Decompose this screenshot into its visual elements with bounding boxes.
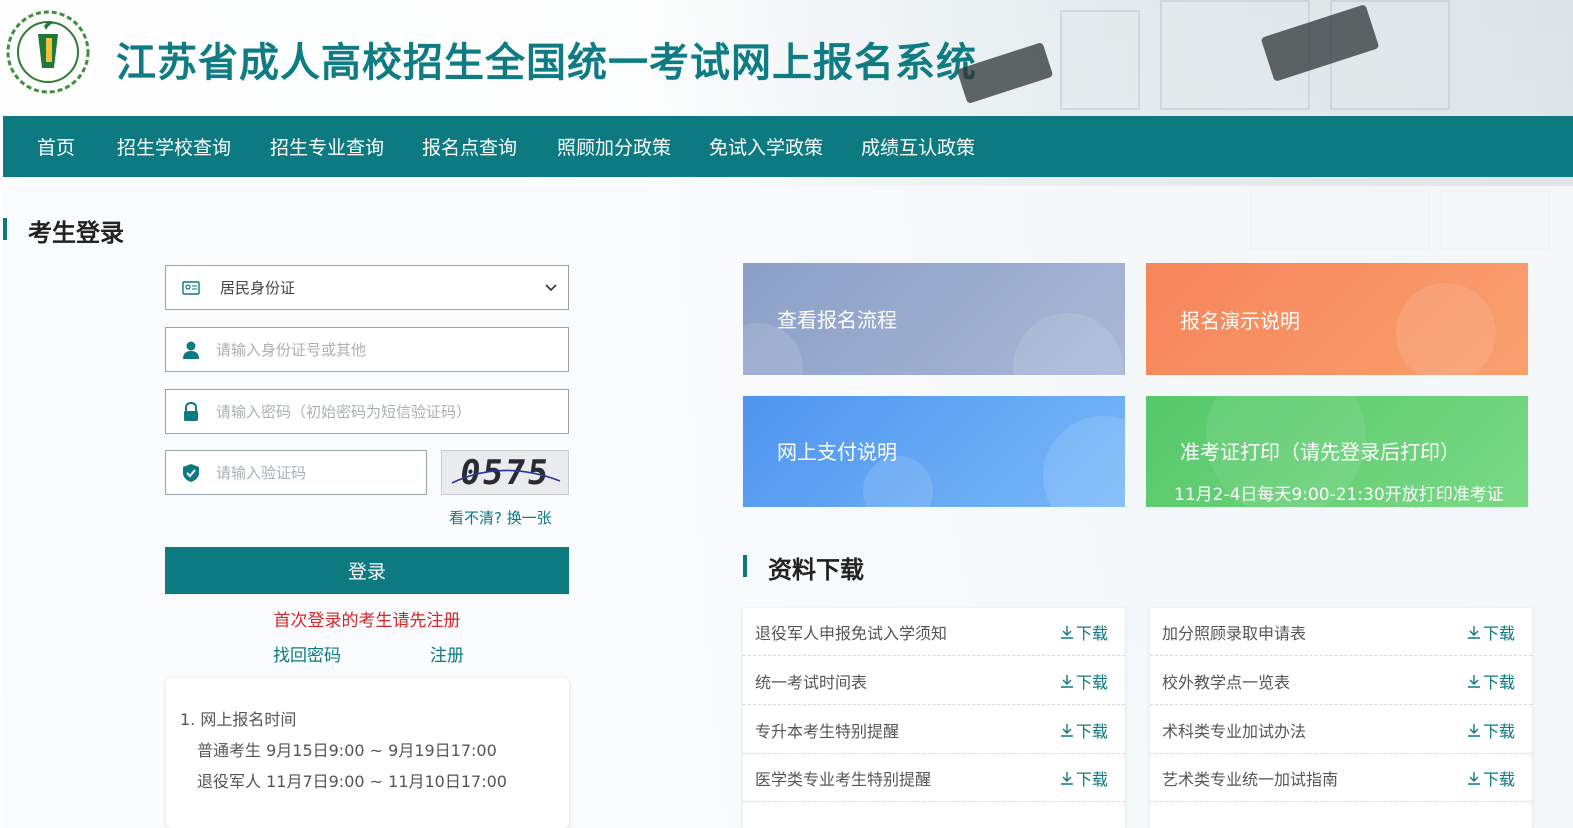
section-marker <box>743 555 747 577</box>
nav-item-home[interactable]: 首页 <box>37 133 75 160</box>
first-login-notice[interactable]: 首次登录的考生请先注册 <box>165 606 569 631</box>
download-label: 下载 <box>1075 769 1108 789</box>
download-link[interactable]: 下载 <box>1059 718 1108 742</box>
school-emblem-logo <box>4 8 92 96</box>
download-link[interactable]: 下载 <box>1059 766 1108 790</box>
download-link[interactable]: 下载 <box>1059 669 1108 693</box>
list-item: 加分照顾录取申请表 下载 <box>1150 608 1532 656</box>
login-button[interactable]: 登录 <box>165 547 569 594</box>
downloads-section-title: 资料下载 <box>768 556 864 584</box>
list-item: 术科类专业加试办法 下载 <box>1150 706 1532 754</box>
download-title[interactable]: 艺术类专业统一加试指南 <box>1162 766 1338 790</box>
download-title[interactable]: 校外教学点一览表 <box>1162 669 1290 693</box>
download-link[interactable]: 下载 <box>1466 766 1515 790</box>
tile-sublabel: 11月2-4日每天9:00-21:30开放打印准考证 <box>1174 485 1504 505</box>
refresh-captcha-link[interactable]: 看不清? 换一张 <box>449 507 552 528</box>
download-link[interactable]: 下载 <box>1466 718 1515 742</box>
list-item: 医学类专业考生特别提醒 下载 <box>743 754 1125 802</box>
download-icon <box>1467 771 1480 785</box>
section-marker <box>3 218 7 240</box>
download-icon <box>1467 625 1480 639</box>
lock-icon <box>166 401 216 422</box>
download-label: 下载 <box>1075 721 1108 741</box>
list-item: 艺术类专业统一加试指南 下载 <box>1150 754 1532 802</box>
download-icon <box>1467 723 1480 737</box>
shield-check-icon <box>166 463 216 483</box>
id-number-input[interactable] <box>216 340 546 359</box>
download-title[interactable]: 加分照顾录取申请表 <box>1162 620 1306 644</box>
user-icon <box>166 340 216 360</box>
main-navigation: 首页 招生学校查询 招生专业查询 报名点查询 照顾加分政策 免试入学政策 成绩互… <box>3 116 1573 177</box>
download-label: 下载 <box>1075 672 1108 692</box>
download-icon <box>1060 723 1073 737</box>
list-item: 校外教学点一览表 下载 <box>1150 657 1532 705</box>
downloads-list-right: 加分照顾录取申请表 下载 校外教学点一览表 下载 术科类专业加试办法 下载 艺术… <box>1150 608 1532 828</box>
nav-item-major-query[interactable]: 招生专业查询 <box>270 133 384 160</box>
id-number-field[interactable] <box>165 327 569 372</box>
registration-time-notice: 1. 网上报名时间 普通考生 9月15日9:00 ~ 9月19日17:00 退役… <box>166 678 569 828</box>
download-label: 下载 <box>1482 769 1515 789</box>
download-icon <box>1467 674 1480 688</box>
register-link[interactable]: 注册 <box>430 641 464 666</box>
info-line: 1. 网上报名时间 <box>180 710 297 729</box>
forgot-password-link[interactable]: 找回密码 <box>273 641 341 666</box>
download-link[interactable]: 下载 <box>1466 669 1515 693</box>
tile-label: 准考证打印（请先登录后打印） <box>1180 440 1460 464</box>
chevron-down-icon <box>544 279 558 298</box>
tile-payment-instructions[interactable]: 网上支付说明 <box>743 396 1125 507</box>
captcha-input[interactable] <box>216 463 416 482</box>
download-title[interactable]: 术科类专业加试办法 <box>1162 718 1306 742</box>
password-field[interactable] <box>165 389 569 434</box>
tile-decoration <box>1013 313 1123 375</box>
tile-demo-instructions[interactable]: 报名演示说明 <box>1146 263 1528 375</box>
list-item: 专升本考生特别提醒 下载 <box>743 706 1125 754</box>
captcha-field[interactable] <box>165 450 427 495</box>
download-label: 下载 <box>1482 623 1515 643</box>
tile-label: 网上支付说明 <box>777 440 897 464</box>
download-icon <box>1060 771 1073 785</box>
download-label: 下载 <box>1482 672 1515 692</box>
tile-label: 查看报名流程 <box>777 308 897 332</box>
info-line: 普通考生 9月15日9:00 ~ 9月19日17:00 <box>197 741 497 760</box>
tile-decoration <box>1043 416 1125 507</box>
tile-label: 报名演示说明 <box>1180 309 1300 333</box>
tile-registration-process[interactable]: 查看报名流程 <box>743 263 1125 375</box>
download-title[interactable]: 医学类专业考生特别提醒 <box>755 766 931 790</box>
info-line: 退役军人 11月7日9:00 ~ 11月10日17:00 <box>197 772 507 791</box>
id-card-icon <box>166 280 216 295</box>
password-input[interactable] <box>216 402 546 421</box>
id-type-selected: 居民身份证 <box>220 279 296 297</box>
download-link[interactable]: 下载 <box>1466 620 1515 644</box>
tile-decoration <box>1396 283 1496 375</box>
graduation-cap-decoration <box>1260 4 1380 82</box>
download-title[interactable]: 专升本考生特别提醒 <box>755 718 899 742</box>
nav-item-site-query[interactable]: 报名点查询 <box>422 133 517 160</box>
id-type-select[interactable]: 居民身份证 <box>165 265 569 310</box>
tile-admission-ticket-print[interactable]: 准考证打印（请先登录后打印） 11月2-4日每天9:00-21:30开放打印准考… <box>1146 396 1528 507</box>
download-label: 下载 <box>1482 721 1515 741</box>
list-item: 退役军人申报免试入学须知 下载 <box>743 608 1125 656</box>
list-item: 统一考试时间表 下载 <box>743 657 1125 705</box>
download-icon <box>1060 674 1073 688</box>
nav-item-bonus-policy[interactable]: 照顾加分政策 <box>557 133 671 160</box>
download-icon <box>1060 625 1073 639</box>
nav-item-exemption-policy[interactable]: 免试入学政策 <box>709 133 823 160</box>
nav-item-school-query[interactable]: 招生学校查询 <box>117 133 231 160</box>
login-section-title: 考生登录 <box>28 219 124 247</box>
header: 江苏省成人高校招生全国统一考试网上报名系统 <box>0 0 1573 116</box>
downloads-list-left: 退役军人申报免试入学须知 下载 统一考试时间表 下载 专升本考生特别提醒 下载 … <box>743 608 1125 828</box>
download-title[interactable]: 统一考试时间表 <box>755 669 867 693</box>
download-link[interactable]: 下载 <box>1059 620 1108 644</box>
download-title[interactable]: 退役军人申报免试入学须知 <box>755 620 947 644</box>
nav-item-score-policy[interactable]: 成绩互认政策 <box>861 133 975 160</box>
download-label: 下载 <box>1075 623 1108 643</box>
captcha-image[interactable]: 0575 <box>441 450 569 495</box>
site-title: 江苏省成人高校招生全国统一考试网上报名系统 <box>116 40 977 86</box>
